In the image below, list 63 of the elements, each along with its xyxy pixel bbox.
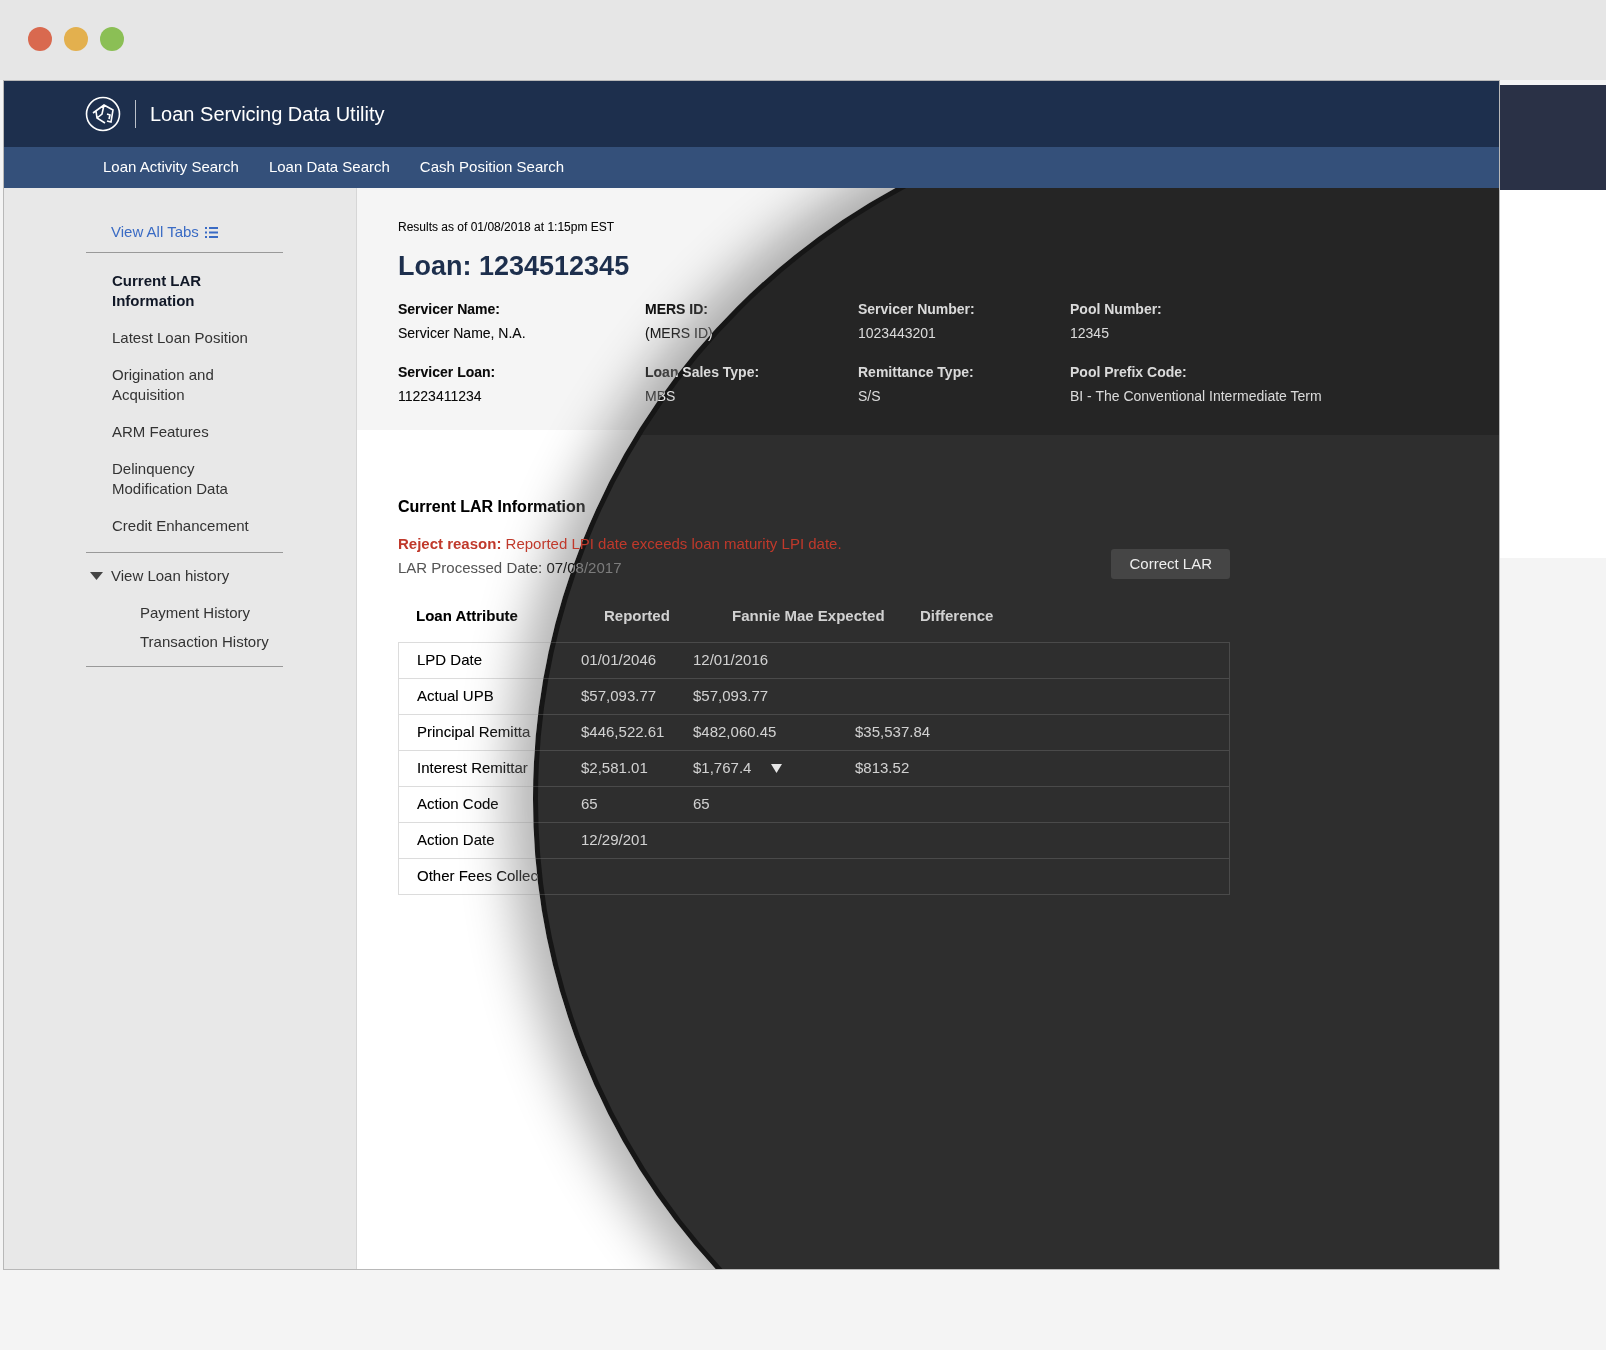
- section-title: Current LAR Information: [398, 496, 586, 517]
- caret-down-icon[interactable]: [771, 763, 783, 773]
- table-cell-text: $482,060.45: [693, 721, 777, 742]
- table-cell-text: 01/01/2046: [581, 649, 657, 670]
- column-header: Loan Attribute: [416, 606, 518, 624]
- list-icon: [204, 226, 218, 238]
- table-cell-text: $813.52: [855, 757, 910, 778]
- table-cell-text: $57,093.77: [693, 685, 769, 706]
- table-cell-text: 12/29/201: [581, 829, 648, 850]
- sidebar-subitem[interactable]: Transaction History: [140, 632, 283, 652]
- sidebar-item[interactable]: Delinquency Modification Data: [86, 459, 283, 499]
- column-header: Reported: [604, 606, 670, 624]
- nav-link[interactable]: Cash Position Search: [419, 156, 565, 179]
- table-cell-text: 65: [693, 793, 710, 814]
- table-cell-text: $446,522.61: [581, 721, 665, 742]
- column-header: Difference: [920, 606, 994, 624]
- field-value: (MERS ID): [645, 323, 713, 343]
- history-toggle[interactable]: View Loan history: [86, 565, 283, 587]
- sidebar-item[interactable]: Credit Enhancement: [86, 516, 283, 536]
- field-label: Pool Prefix Code:: [1070, 362, 1187, 382]
- table-cell-text: $1,767.4: [693, 757, 752, 778]
- field-value: 12345: [1070, 323, 1109, 343]
- field-label: MERS ID:: [645, 299, 708, 319]
- field-value: Servicer Name, N.A.: [398, 323, 526, 343]
- table-cell-text: 12/01/2016: [693, 649, 769, 670]
- correct-lar-button[interactable]: Correct LAR: [1111, 549, 1230, 580]
- close-button[interactable]: [28, 27, 52, 51]
- sidebar-item[interactable]: Latest Loan Position: [86, 328, 283, 348]
- loan-title: Loan: 1234512345: [398, 250, 631, 283]
- table-cell-text: 65: [581, 793, 598, 814]
- table-cell-text: $57,093.77: [581, 685, 657, 706]
- table-cell-text: Action Code: [417, 793, 499, 814]
- house-logo-icon: [85, 96, 121, 132]
- sidebar-item[interactable]: ARM Features: [86, 422, 283, 442]
- table-cell-text: Other Fees Collec: [417, 865, 538, 886]
- minimize-button[interactable]: [64, 27, 88, 51]
- field-label: Servicer Name:: [398, 299, 500, 319]
- table-cell-text: Principal Remitta: [417, 721, 531, 742]
- results-timestamp: Results as of 01/08/2018 at 1:15pm EST: [398, 219, 616, 236]
- table-cell-text: Actual UPB: [417, 685, 494, 706]
- sidebar-item[interactable]: Current LAR Information: [86, 271, 283, 311]
- field-value: 1023443201: [858, 323, 936, 343]
- table-cell-text: $2,581.01: [581, 757, 648, 778]
- view-all-tabs-link[interactable]: View All Tabs: [86, 220, 283, 244]
- table-cell-text: LPD Date: [417, 649, 483, 670]
- zoom-button[interactable]: [100, 27, 124, 51]
- field-value: BI - The Conventional Intermediate Term: [1070, 386, 1322, 406]
- field-label: Servicer Number:: [858, 299, 975, 319]
- field-label: Loan Sales Type:: [645, 362, 760, 382]
- field-value: S/S: [858, 386, 881, 406]
- table-cell-text: Interest Remittar: [417, 757, 528, 778]
- sidebar-subitem[interactable]: Payment History: [140, 603, 283, 623]
- column-header: Fannie Mae Expected: [732, 606, 885, 624]
- table-cell-text: $35,537.84: [855, 721, 931, 742]
- field-label: Servicer Loan:: [398, 362, 496, 382]
- table-cell-text: Action Date: [417, 829, 495, 850]
- field-label: Remittance Type:: [858, 362, 974, 382]
- nav-link[interactable]: Loan Data Search: [268, 156, 390, 179]
- app-title: Loan Servicing Data Utility: [150, 102, 385, 127]
- nav-link[interactable]: Loan Activity Search: [103, 156, 239, 179]
- field-label: Pool Number:: [1070, 299, 1162, 319]
- sidebar-item[interactable]: Origination and Acquisition: [86, 365, 283, 405]
- field-value: 11223411234: [398, 386, 482, 406]
